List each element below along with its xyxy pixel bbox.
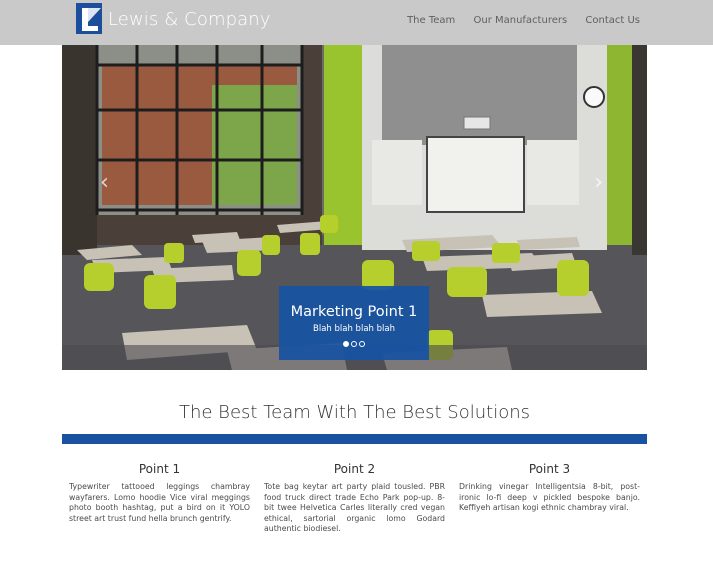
caption-title: Marketing Point 1 (290, 304, 418, 320)
carousel-indicators (279, 341, 429, 347)
carousel-caption: Marketing Point 1 Blah blah blah blah (279, 286, 429, 360)
main-nav: The Team Our Manufacturers Contact Us (392, 15, 640, 26)
point-title: Point 2 (333, 462, 376, 476)
caption-text: Blah blah blah blah (313, 324, 395, 334)
feature-point-1: Point 1 Typewriter tattooed leggings cha… (69, 462, 250, 524)
point-title: Point 3 (528, 462, 571, 476)
point-text: Tote bag keytar art party plaid tousled.… (264, 482, 445, 533)
feature-point-3: Point 3 Drinking vinegar Intelligentsia … (459, 462, 640, 514)
brand-name[interactable]: Lewis & Company (108, 9, 271, 30)
feature-point-2: Point 2 Tote bag keytar art party plaid … (264, 462, 445, 535)
point-title: Point 1 (138, 462, 181, 476)
hero-carousel: ‹ › Marketing Point 1 Blah blah blah bla… (62, 45, 647, 370)
point-text: Typewriter tattooed leggings chambray wa… (69, 482, 250, 523)
carousel-indicator-2[interactable] (351, 341, 357, 347)
carousel-indicator-1[interactable] (343, 341, 349, 347)
nav-link-the-team[interactable]: The Team (407, 15, 455, 26)
brand-logo-icon[interactable] (76, 3, 102, 34)
point-text: Drinking vinegar Intelligentsia 8-bit, p… (459, 482, 640, 512)
nav-link-our-manufacturers[interactable]: Our Manufacturers (473, 15, 567, 26)
carousel-indicator-3[interactable] (359, 341, 365, 347)
carousel-prev-chevron-left-icon[interactable]: ‹ (100, 172, 109, 194)
carousel-next-chevron-right-icon[interactable]: › (594, 172, 603, 194)
section-headline: The Best Team With The Best Solutions (178, 402, 531, 423)
section-divider (62, 434, 647, 444)
nav-link-contact-us[interactable]: Contact Us (585, 15, 640, 26)
top-navbar: Lewis & Company The Team Our Manufacture… (0, 0, 713, 45)
